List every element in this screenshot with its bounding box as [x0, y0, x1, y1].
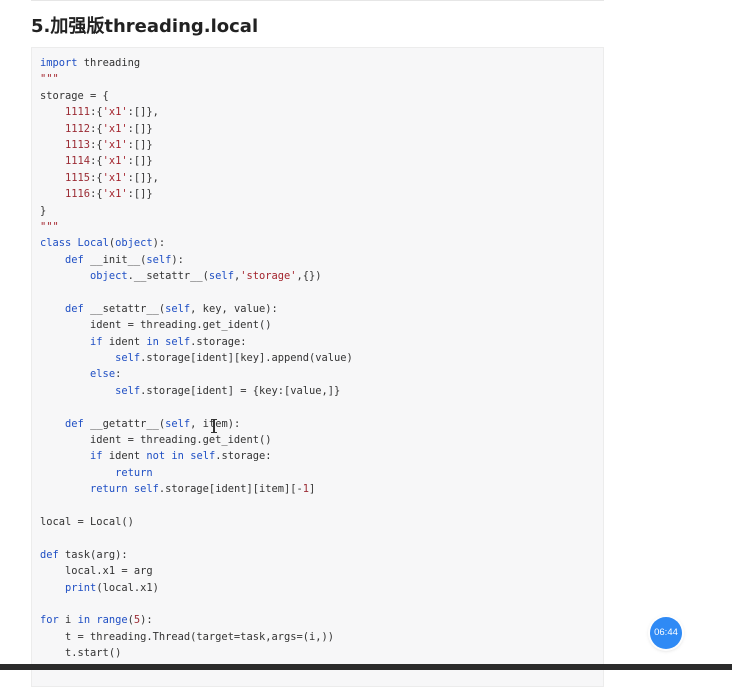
code-line: """ — [40, 220, 59, 233]
code-line: local = Local() — [40, 515, 134, 528]
code-line: t.start() — [40, 647, 122, 660]
code-line: self.storage[ident] = {key:[value,]} — [115, 384, 341, 397]
code-line: 1114:{'x1':[]} — [65, 155, 153, 168]
code-line: ​ — [40, 596, 603, 612]
code-line: 1112:{'x1':[]} — [65, 122, 153, 135]
code-line: if ident not in self.storage: — [90, 450, 272, 463]
timer-badge[interactable]: 06:44 — [650, 617, 682, 649]
code-line: ​ — [40, 530, 603, 546]
code-line: object.__setattr__(self,'storage',{}) — [90, 270, 322, 283]
code-line: local.x1 = arg — [40, 565, 153, 578]
text-cursor-icon — [211, 419, 217, 433]
code-line: } — [40, 204, 47, 217]
code-line: class Local(object): — [40, 237, 166, 250]
code-line: ​ — [40, 498, 603, 514]
code-line: self.storage[ident][key].append(value) — [115, 352, 353, 365]
code-line: 1113:{'x1':[]} — [65, 138, 153, 151]
code-line: def __init__(self): — [65, 253, 184, 266]
code-line: ident = threading.get_ident() — [40, 433, 272, 446]
code-line: 1115:{'x1':[]}, — [65, 171, 159, 184]
code-line: ​ — [40, 399, 603, 415]
code-line: t = threading.Thread(target=task,args=(i… — [40, 630, 335, 643]
code-block[interactable]: import threading """ storage = { 1111:{'x1… — [31, 47, 604, 687]
section-heading: 5.加强版threading.local — [31, 16, 259, 37]
code-line: else: — [90, 368, 122, 381]
code-line: ident = threading.get_ident() — [40, 319, 272, 332]
code-line: 1116:{'x1':[]} — [65, 188, 153, 201]
bottom-bar — [0, 664, 732, 670]
code-line: """ — [40, 73, 59, 86]
code-line: ​ — [40, 284, 603, 300]
code-line: storage = { — [40, 89, 109, 102]
code-line: for i in range(5): — [40, 614, 153, 627]
code-line: def __getattr__(self, item): — [65, 417, 241, 430]
code-line: return self.storage[ident][item][-1] — [90, 483, 316, 496]
code-line: print(local.x1) — [65, 581, 159, 594]
code-text: import threading """ storage = { 1111:{'x1… — [32, 48, 603, 661]
code-line: def __setattr__(self, key, value): — [65, 302, 278, 315]
code-line: return — [115, 466, 153, 479]
code-line: import threading — [40, 57, 141, 69]
top-divider — [31, 0, 604, 1]
code-line: def task(arg): — [40, 548, 128, 561]
code-line: 1111:{'x1':[]}, — [65, 106, 159, 119]
code-line: if ident in self.storage: — [90, 335, 247, 348]
